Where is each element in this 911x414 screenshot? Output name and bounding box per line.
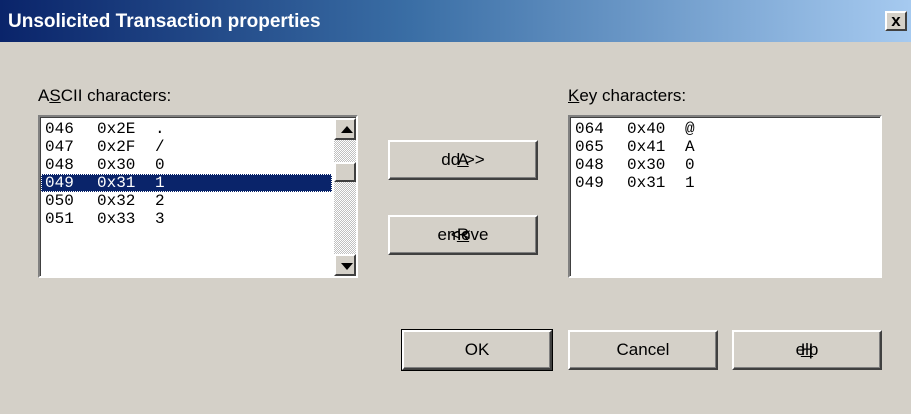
decimal-code: 049 [45,174,74,192]
ascii-list-item[interactable]: 046 0x2E. [41,120,332,138]
ascii-characters-label: ASCII characters: [38,86,171,106]
character: / [155,138,165,156]
scroll-up-icon [341,126,353,133]
character: 1 [155,174,165,192]
hex-code: 0x33 [97,210,136,228]
decimal-code: 050 [45,192,74,210]
decimal-code: 049 [575,174,604,192]
ascii-list-inner: 046 0x2E. 047 0x2F / 048 0x30 0 049 0x31 1 050 0x32 2… [40,117,356,276]
character: 2 [155,192,165,210]
key-list-item[interactable]: 048 0x30 0 [571,156,880,174]
cancel-label: Cancel [616,340,670,359]
character: 1 [685,174,695,192]
key-list-item[interactable]: 065 0x41 A [571,138,880,156]
remove-rest: emove [437,225,489,244]
key-list-item[interactable]: 064 0x40 @ [571,120,880,138]
ascii-list-item[interactable]: 050 0x32 2 [41,192,332,210]
hex-code: 0x32 [97,192,136,210]
ascii-list-item[interactable]: 051 0x33 3 [41,210,332,228]
scroll-down-icon [341,263,353,270]
key-label-mnemonic: K [568,86,580,105]
transaction-properties-dialog: Unsolicited Transaction properties x ASC… [0,0,911,414]
character: 0 [685,156,695,174]
hex-code: 0x30 [627,156,666,174]
cancel-button[interactable]: Cancel [568,330,718,370]
ascii-label-mnemonic: S [49,86,61,105]
key-characters-listbox[interactable]: 064 0x40 @065 0x41 A 048 0x30 0 049 0x31 1 [568,115,882,278]
decimal-code: 048 [575,156,604,174]
character: 3 [155,210,165,228]
close-button[interactable]: x [885,11,907,31]
ok-button[interactable]: OK [401,329,553,371]
decimal-code: 065 [575,138,604,156]
ascii-label-rest: CII characters: [60,86,172,105]
help-button[interactable]: Help [732,330,882,370]
character: . [155,120,165,138]
decimal-code: 047 [45,138,74,156]
help-rest: elp [795,340,819,359]
hex-code: 0x41 [627,138,666,156]
decimal-code: 046 [45,120,74,138]
add-button[interactable]: Add >> [388,140,538,180]
ascii-list-item[interactable]: 049 0x31 1 [41,174,332,192]
scroll-thumb[interactable] [334,162,356,182]
key-list-inner: 064 0x40 @065 0x41 A 048 0x30 0 049 0x31 1 [570,117,880,276]
decimal-code: 064 [575,120,604,138]
hex-code: 0x2E [97,120,136,138]
scroll-up-button[interactable] [334,118,356,140]
hex-code: 0x31 [97,174,136,192]
hex-code: 0x30 [97,156,136,174]
decimal-code: 048 [45,156,74,174]
scroll-down-button[interactable] [334,254,356,276]
ok-label: OK [464,340,490,359]
ascii-rows: 046 0x2E. 047 0x2F / 048 0x30 0 049 0x31 1 050 0x32 2… [41,120,332,228]
key-rows: 064 0x40 @065 0x41 A 048 0x30 0 049 0x31 1 [571,120,880,192]
remove-button[interactable]: << Remove [388,215,538,255]
ascii-scrollbar[interactable] [334,118,356,276]
hex-code: 0x40 [627,120,666,138]
ascii-list-item[interactable]: 048 0x30 0 [41,156,332,174]
key-characters-label: Key characters: [568,86,686,106]
hex-code: 0x2F [97,138,136,156]
hex-code: 0x31 [627,174,666,192]
character: A [685,138,695,156]
ascii-characters-listbox[interactable]: 046 0x2E. 047 0x2F / 048 0x30 0 049 0x31 1 050 0x32 2… [38,115,358,278]
key-list-item[interactable]: 049 0x31 1 [571,174,880,192]
character: @ [685,120,695,138]
title-bar[interactable]: Unsolicited Transaction properties x [0,0,911,42]
character: 0 [155,156,165,174]
ascii-label-a: A [38,86,50,105]
key-label-rest: ey characters: [579,86,687,105]
ascii-list-item[interactable]: 047 0x2F / [41,138,332,156]
window-title: Unsolicited Transaction properties [8,11,321,32]
add-rest: dd >> [441,150,485,169]
decimal-code: 051 [45,210,74,228]
close-icon: x [891,11,901,30]
